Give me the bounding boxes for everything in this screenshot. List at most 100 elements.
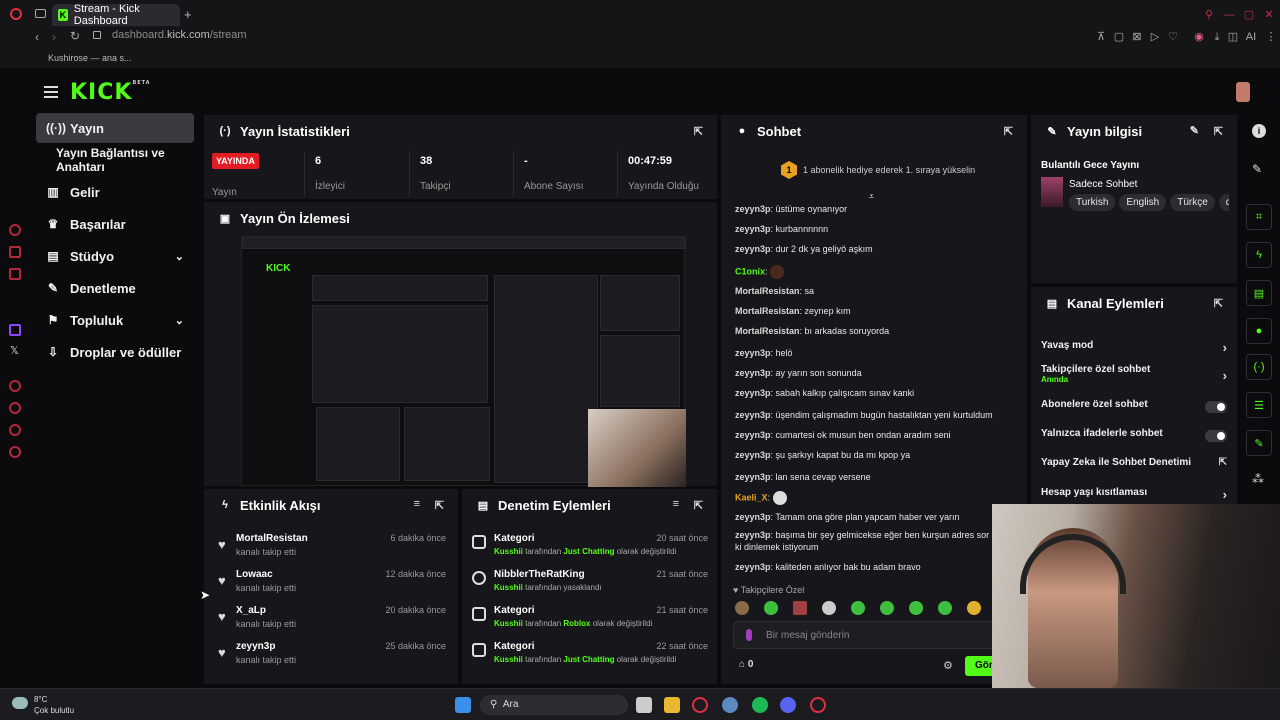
- opera-icon[interactable]: [692, 697, 708, 713]
- sidebar-app-icon[interactable]: [9, 246, 21, 258]
- wrench-icon[interactable]: ✎: [1246, 430, 1272, 456]
- chat-username[interactable]: zeyyn3p: [735, 472, 771, 482]
- mic-icon[interactable]: [746, 629, 752, 641]
- taskbar-search[interactable]: ⚲ Ara: [480, 695, 628, 715]
- scan-icon[interactable]: ⌗: [1246, 204, 1272, 230]
- stream-category[interactable]: Sadece Sohbet: [1069, 179, 1137, 190]
- chat-username[interactable]: zeyyn3p: [735, 368, 771, 378]
- chat-username[interactable]: zeyyn3p: [735, 562, 771, 572]
- maximize-icon[interactable]: ▢: [1242, 8, 1256, 22]
- kick-logo[interactable]: KICKBETA: [70, 80, 151, 105]
- popout-icon[interactable]: ⇱: [435, 499, 444, 512]
- task-view-icon[interactable]: [636, 697, 652, 713]
- community-icon[interactable]: ⁂: [1252, 472, 1264, 486]
- list-icon[interactable]: ☰: [1246, 392, 1272, 418]
- emote-icon[interactable]: [938, 601, 952, 615]
- ai-icon[interactable]: AI: [1240, 30, 1262, 44]
- document-icon[interactable]: ▤: [1246, 280, 1272, 306]
- mod-actor[interactable]: Kusshii: [494, 583, 523, 592]
- hamburger-menu-icon[interactable]: [44, 86, 58, 98]
- reload-icon[interactable]: ↻: [70, 29, 80, 43]
- app-icon[interactable]: [810, 697, 826, 713]
- info-icon[interactable]: i: [1252, 124, 1266, 138]
- chat-username[interactable]: MortalResistan: [735, 306, 800, 316]
- filter-icon[interactable]: ≡: [673, 498, 679, 510]
- back-icon[interactable]: ‹: [35, 30, 39, 44]
- emote-icon[interactable]: [793, 601, 807, 615]
- chat-username[interactable]: zeyyn3p: [735, 410, 771, 420]
- sidebar-app-icon[interactable]: [9, 402, 21, 414]
- chat-username[interactable]: zeyyn3p: [735, 430, 771, 440]
- windows-start-icon[interactable]: [455, 697, 471, 713]
- spotify-icon[interactable]: [752, 697, 768, 713]
- sidebar-item-basarilar[interactable]: ♛ Başarılar: [36, 209, 194, 239]
- chevron-down-icon[interactable]: ⩡: [869, 191, 874, 202]
- followers-only-row[interactable]: Takipçilere özel sohbet Anında ›: [1041, 364, 1227, 392]
- ai-moderation-row[interactable]: Yapay Zeka ile Sohbet Denetimi ⇱: [1041, 457, 1227, 477]
- sidebar-app-icon[interactable]: [9, 380, 21, 392]
- mod-actor[interactable]: Kusshii: [494, 547, 523, 556]
- emote-icon[interactable]: [909, 601, 923, 615]
- chat-input[interactable]: Bir mesaj gönderin: [733, 621, 1019, 649]
- emote-icon[interactable]: [822, 601, 836, 615]
- download-icon[interactable]: ⤓: [1210, 30, 1224, 44]
- pinned-gift-banner[interactable]: 1 1 abonelik hediye ederek 1. sıraya yük…: [781, 161, 975, 179]
- sidebar-item-yayin[interactable]: ((·)) Yayın: [36, 113, 194, 143]
- menu-icon[interactable]: ⋮: [1264, 30, 1278, 44]
- bookmark-item[interactable]: Kushirose — ana s...: [48, 53, 132, 63]
- chat-username[interactable]: zeyyn3p: [735, 450, 771, 460]
- emote-icon[interactable]: [851, 601, 865, 615]
- settings-icon[interactable]: [9, 446, 21, 458]
- sidebar-app-icon[interactable]: [9, 424, 21, 436]
- sidebar-item-topluluk[interactable]: ⚑ Topluluk ⌄: [36, 305, 194, 335]
- mod-actor[interactable]: Kusshii: [494, 655, 523, 664]
- sidebar-item-gelir[interactable]: ▥ Gelir: [36, 177, 194, 207]
- sidebar-item-droplar[interactable]: ⇩ Droplar ve ödüller: [36, 337, 206, 367]
- snapshot-icon[interactable]: ▢: [1112, 30, 1126, 44]
- forward-icon[interactable]: ›: [52, 30, 56, 44]
- mod-title[interactable]: NibblerTheRatKing: [494, 569, 585, 580]
- chat-username[interactable]: Kaeli_X: [735, 492, 768, 502]
- chat-username[interactable]: MortalResistan: [735, 286, 800, 296]
- popout-icon[interactable]: ⇱: [1004, 125, 1013, 138]
- sidebar-item-denetleme[interactable]: ✎ Denetleme: [36, 273, 194, 303]
- sidebar-item-stream-key[interactable]: Yayın Bağlantısı ve Anahtarı: [46, 145, 206, 175]
- sidebar-app-icon[interactable]: [9, 224, 21, 236]
- address-bar[interactable]: dashboard.kick.com/stream: [112, 29, 247, 41]
- file-explorer-icon[interactable]: [664, 697, 680, 713]
- emotes-only-row[interactable]: Yalnızca ifadelerle sohbet: [1041, 428, 1227, 448]
- weather-icon[interactable]: [12, 697, 28, 709]
- edit-icon[interactable]: ✎: [1190, 124, 1199, 137]
- opera-icon[interactable]: [10, 8, 22, 20]
- chat-username[interactable]: zeyyn3p: [735, 530, 771, 540]
- broadcast-icon[interactable]: (·): [1246, 354, 1272, 380]
- sidebar-item-studyo[interactable]: ▤ Stüdyo ⌄: [36, 241, 194, 271]
- emote-icon[interactable]: [735, 601, 749, 615]
- popout-icon[interactable]: ⇱: [694, 125, 703, 138]
- subs-only-row[interactable]: Abonelere özel sohbet: [1041, 399, 1227, 419]
- chat-settings-icon[interactable]: ⚙: [943, 659, 953, 672]
- search-icon[interactable]: ⚲: [1202, 8, 1216, 22]
- camera-icon[interactable]: ◫: [1226, 30, 1240, 44]
- close-icon[interactable]: ✕: [1262, 8, 1276, 22]
- play-icon[interactable]: ▷: [1148, 30, 1162, 44]
- stream-preview-video[interactable]: KICK: [241, 236, 686, 487]
- sidebar-app-icon[interactable]: [9, 268, 21, 280]
- activity-user[interactable]: zeyyn3p: [236, 641, 275, 652]
- x-icon[interactable]: 𝕏: [10, 344, 19, 357]
- filter-icon[interactable]: ≡: [414, 498, 420, 510]
- browser-tab[interactable]: K Stream - Kick Dashboard: [52, 3, 180, 27]
- discord-icon[interactable]: [780, 697, 796, 713]
- lightning-icon[interactable]: ϟ: [1246, 242, 1272, 268]
- chat-username[interactable]: zeyyn3p: [735, 512, 771, 522]
- chat-username[interactable]: zeyyn3p: [735, 224, 771, 234]
- avatar[interactable]: [1236, 82, 1250, 102]
- twitch-icon[interactable]: [9, 324, 21, 336]
- activity-user[interactable]: Lowaac: [236, 569, 273, 580]
- chat-username[interactable]: zeyyn3p: [735, 204, 771, 214]
- minimize-icon[interactable]: —: [1222, 8, 1236, 22]
- heart-icon[interactable]: ♡: [1166, 30, 1180, 44]
- chat-username[interactable]: zeyyn3p: [735, 388, 771, 398]
- slow-mode-row[interactable]: Yavaş mod ›: [1041, 340, 1227, 360]
- points-display[interactable]: ⌂ 0: [739, 659, 753, 670]
